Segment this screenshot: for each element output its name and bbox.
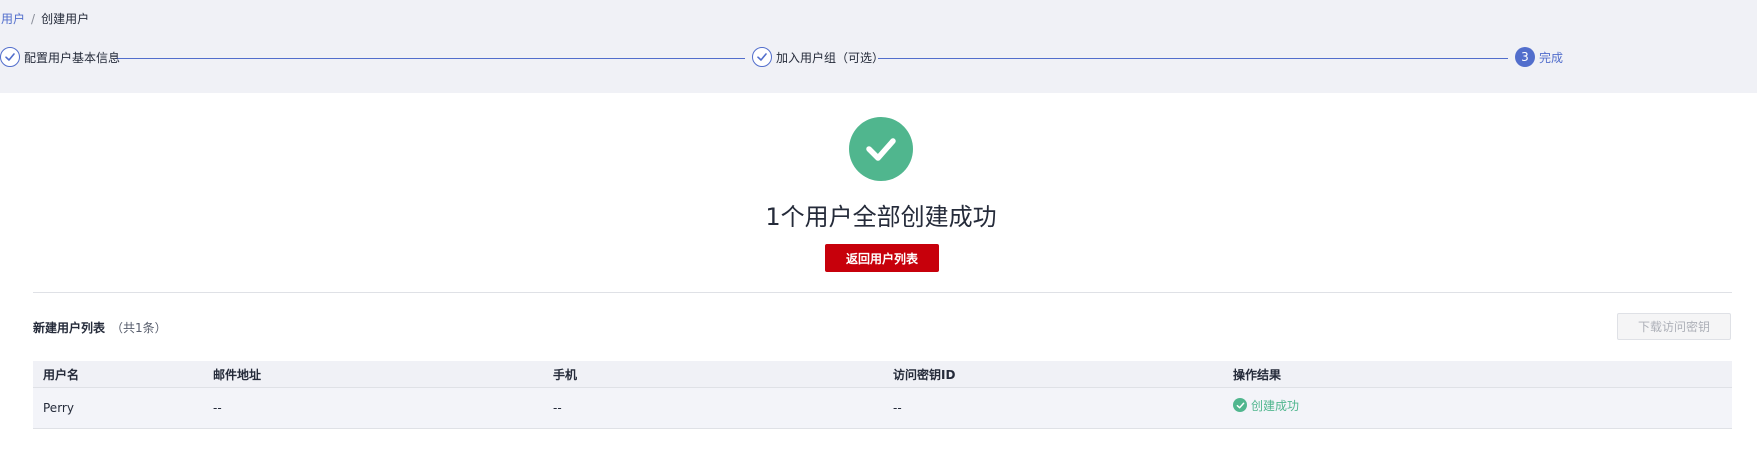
new-user-table: 用户名 邮件地址 手机 访问密钥ID 操作结果 Perry -- -- -- 创… bbox=[33, 361, 1732, 429]
return-to-user-list-button[interactable]: 返回用户列表 bbox=[825, 244, 939, 272]
result-status: 创建成功 bbox=[1233, 397, 1732, 414]
step-basic-info: 配置用户基本信息 bbox=[0, 47, 120, 67]
result-text: 创建成功 bbox=[1251, 398, 1300, 413]
step-connector bbox=[115, 58, 745, 59]
result-panel: 1个用户全部创建成功 返回用户列表 新建用户列表 （共1条） 下载访问密钥 用户… bbox=[0, 93, 1757, 460]
list-count: （共1条） bbox=[111, 321, 167, 335]
step-indicator: 配置用户基本信息 加入用户组（可选） 3 完成 bbox=[0, 47, 1757, 71]
list-title-text: 新建用户列表 bbox=[33, 321, 106, 335]
check-icon bbox=[0, 47, 20, 67]
column-header-phone: 手机 bbox=[553, 367, 578, 382]
cell-username: Perry bbox=[43, 401, 74, 415]
new-user-list-title: 新建用户列表 （共1条） bbox=[33, 319, 167, 336]
step-connector bbox=[878, 58, 1508, 59]
step-label: 加入用户组（可选） bbox=[776, 50, 885, 65]
step-user-group: 加入用户组（可选） bbox=[752, 47, 884, 67]
cell-email: -- bbox=[213, 401, 222, 415]
cell-result: 创建成功 bbox=[1223, 398, 1732, 414]
divider bbox=[33, 292, 1732, 293]
column-header-result: 操作结果 bbox=[1233, 367, 1282, 382]
success-title: 1个用户全部创建成功 bbox=[765, 203, 997, 231]
download-access-key-button[interactable]: 下载访问密钥 bbox=[1617, 313, 1731, 340]
column-header-username: 用户名 bbox=[43, 367, 80, 382]
step-number: 3 bbox=[1515, 47, 1535, 67]
cell-phone: -- bbox=[553, 401, 562, 415]
breadcrumb-users-link[interactable]: 用户 bbox=[1, 10, 25, 27]
column-header-email: 邮件地址 bbox=[213, 367, 262, 382]
breadcrumb-separator: / bbox=[31, 11, 36, 26]
cell-access-key-id: -- bbox=[893, 401, 902, 415]
step-label: 配置用户基本信息 bbox=[24, 50, 121, 65]
column-header-access-key-id: 访问密钥ID bbox=[893, 367, 956, 382]
success-check-icon bbox=[849, 117, 913, 181]
breadcrumb-current: 创建用户 bbox=[41, 12, 90, 26]
success-check-icon bbox=[1233, 398, 1247, 412]
table-row: Perry -- -- -- 创建成功 bbox=[33, 387, 1732, 429]
table-header: 用户名 邮件地址 手机 访问密钥ID 操作结果 bbox=[33, 361, 1732, 387]
step-complete: 3 完成 bbox=[1515, 47, 1563, 67]
breadcrumb: 用户 / 创建用户 bbox=[1, 10, 89, 27]
step-label: 完成 bbox=[1539, 50, 1564, 65]
check-icon bbox=[752, 47, 772, 67]
